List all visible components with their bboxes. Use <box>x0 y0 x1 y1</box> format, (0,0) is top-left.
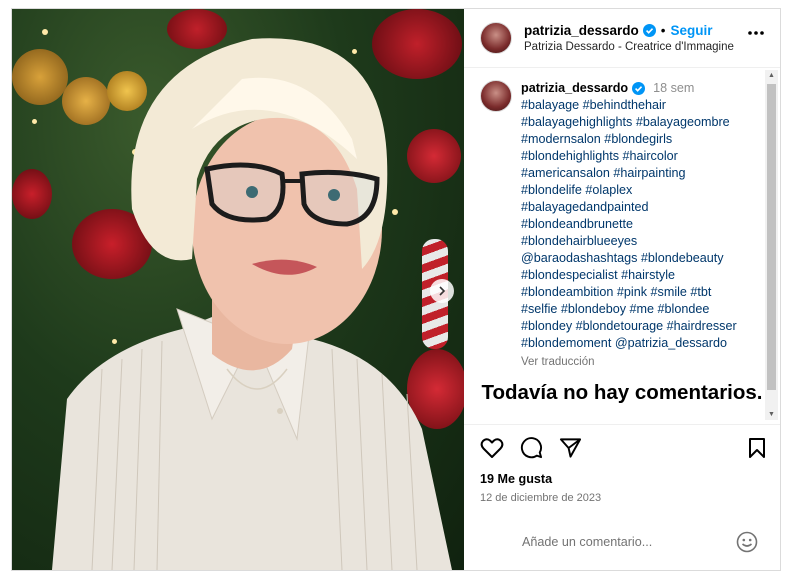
caption-scrollbar[interactable]: ▲ ▼ <box>765 70 778 420</box>
scroll-up-arrow-icon[interactable]: ▲ <box>768 72 775 79</box>
next-photo-button[interactable] <box>430 279 454 303</box>
author-avatar[interactable] <box>480 22 512 54</box>
like-count[interactable]: 19 Me gusta <box>464 472 780 486</box>
like-button[interactable] <box>480 437 504 459</box>
verified-badge-icon <box>642 24 656 37</box>
bookmark-icon <box>749 438 765 458</box>
author-username[interactable]: patrizia_dessardo <box>524 23 639 38</box>
author-subtitle: Patrizia Dessardo - Creatrice d'Immagine <box>524 41 734 53</box>
action-bar <box>464 424 780 470</box>
woman-portrait <box>52 38 452 570</box>
follow-button[interactable]: Seguir <box>671 23 713 38</box>
caption-scroll-area[interactable]: patrizia_dessardo 18 sem #balayage #behi… <box>464 68 780 424</box>
post-header: patrizia_dessardo • Seguir Patrizia Dess… <box>464 9 780 68</box>
see-translation-link[interactable]: Ver traducción <box>521 354 758 371</box>
comment-button[interactable] <box>520 436 543 459</box>
caption: patrizia_dessardo 18 sem #balayage #behi… <box>464 68 780 371</box>
post-sidebar: patrizia_dessardo • Seguir Patrizia Dess… <box>464 9 780 570</box>
post-photo <box>12 9 464 570</box>
smiley-emoji-icon[interactable] <box>736 531 758 553</box>
no-comments-message: Todavía no hay comentarios. <box>481 381 763 404</box>
instagram-post: patrizia_dessardo • Seguir Patrizia Dess… <box>11 8 781 571</box>
caption-author-avatar[interactable] <box>480 80 512 112</box>
caption-hashtags[interactable]: #balayage #behindthehair #balayagehighli… <box>521 97 758 352</box>
post-date: 12 de diciembre de 2023 <box>480 492 602 504</box>
comment-composer <box>464 514 780 570</box>
caption-username[interactable]: patrizia_dessardo <box>521 80 628 97</box>
scroll-down-arrow-icon[interactable]: ▼ <box>768 411 775 418</box>
heart-icon <box>480 437 504 458</box>
verified-badge-icon <box>632 82 646 95</box>
caption-time: 18 sem <box>653 81 695 95</box>
separator-dot: • <box>660 23 666 38</box>
more-options-icon[interactable] <box>748 31 764 35</box>
comment-input[interactable] <box>522 535 722 549</box>
save-button[interactable] <box>748 437 766 464</box>
chevron-right-icon <box>439 286 446 296</box>
share-button[interactable] <box>559 437 582 459</box>
paper-plane-icon <box>559 437 582 458</box>
scroll-thumb[interactable] <box>767 84 776 390</box>
comment-bubble-icon <box>520 437 543 459</box>
